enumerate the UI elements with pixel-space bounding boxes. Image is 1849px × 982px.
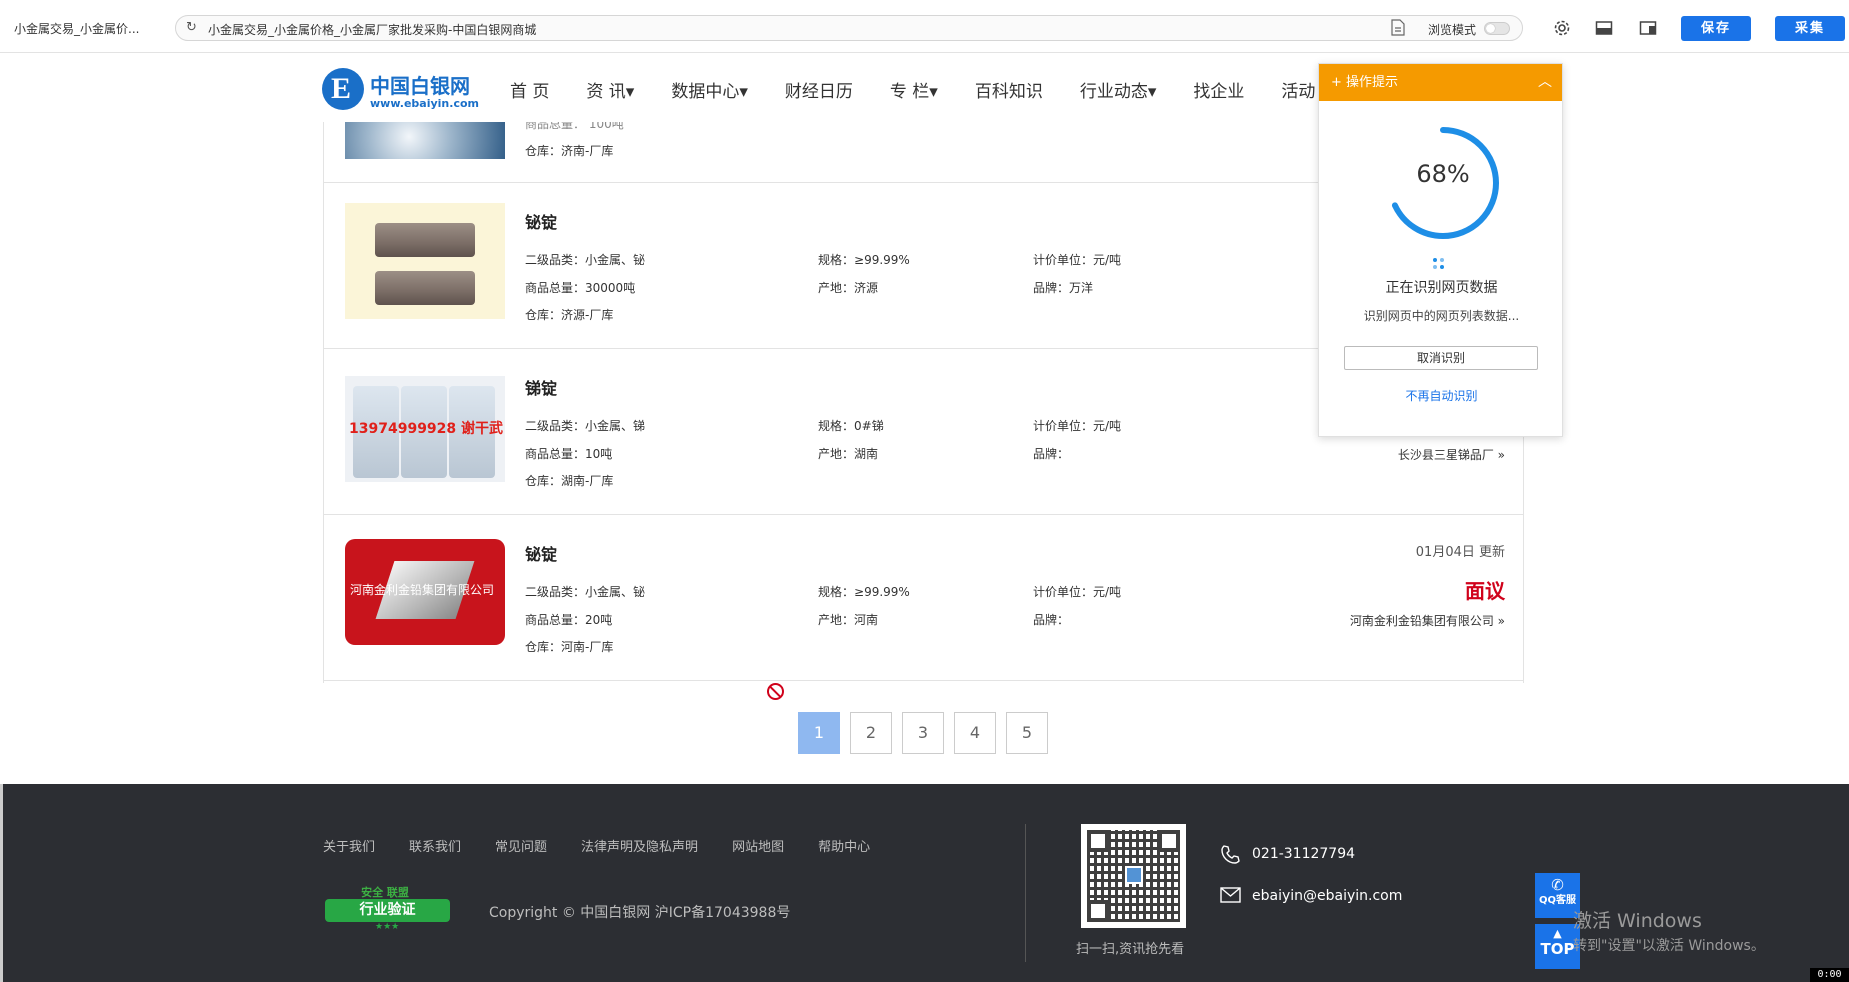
browser-toolbar: 小金属交易_小金属价... ↻ 小金属交易_小金属价格_小金属厂家批发采购-中国… xyxy=(0,0,1849,53)
attr-warehouse: 仓库：湖南-厂库 xyxy=(525,474,614,488)
reload-icon[interactable]: ↻ xyxy=(186,20,197,35)
footer-link-sitemap[interactable]: 网站地图 xyxy=(732,836,784,855)
company-link[interactable]: 长沙县三星锑品厂 » xyxy=(1398,446,1505,463)
loading-spinner-icon xyxy=(1433,258,1444,269)
product-name[interactable]: 铋锭 xyxy=(525,209,557,233)
main-nav: 首 页 资 讯▾ 数据中心▾ 财经日历 专 栏▾ 百科知识 行业动态▾ 找企业 … xyxy=(510,77,1352,102)
copyright-text: Copyright © 中国白银网 沪ICP备17043988号 xyxy=(489,905,791,921)
collect-button[interactable]: 采集 xyxy=(1775,16,1845,41)
attr-quantity: 商品总量：20吨 xyxy=(525,613,613,627)
nav-activity[interactable]: 活动 xyxy=(1281,77,1315,102)
nav-data-center[interactable]: 数据中心▾ xyxy=(671,77,748,102)
image-watermark: 河南金利金铅集团有限公司 xyxy=(350,583,495,597)
page-button[interactable]: 5 xyxy=(1006,712,1048,754)
phone-ring-icon: ✆ xyxy=(1551,876,1564,894)
list-item[interactable]: 河南金利金铅集团有限公司 铋锭 01月04日 更新 面议 二级品类：小金属、铋 … xyxy=(324,515,1523,681)
logo-icon xyxy=(322,68,364,110)
footer-link-about[interactable]: 关于我们 xyxy=(323,836,375,855)
attr-unit: 计价单位：元/吨 xyxy=(1033,419,1122,433)
layout-bottom-icon[interactable] xyxy=(1595,19,1613,37)
attr-origin: 产地：济源 xyxy=(818,281,879,295)
phone-icon xyxy=(1221,845,1240,864)
page-data-icon[interactable] xyxy=(1391,19,1405,36)
stars-icon: ★★★ xyxy=(375,922,400,932)
attr-unit: 计价单位：元/吨 xyxy=(1033,253,1122,267)
attr-warehouse: 仓库：河南-厂库 xyxy=(525,640,614,654)
attr-spec: 规格：≥99.99% xyxy=(818,253,910,267)
update-date: 01月04日 更新 xyxy=(1415,545,1505,560)
site-logo[interactable]: 中国白银网 www.ebaiyin.com xyxy=(322,68,479,112)
page-button[interactable]: 4 xyxy=(954,712,996,754)
attr-category: 二级品类：小金属、铋 xyxy=(525,253,646,267)
nav-wiki[interactable]: 百科知识 xyxy=(975,77,1043,102)
attr-quantity: 商品总量：10吨 xyxy=(525,447,613,461)
attr-spec: 规格：≥99.99% xyxy=(818,585,910,599)
gear-icon[interactable] xyxy=(1553,19,1571,37)
site-header: 中国白银网 www.ebaiyin.com 首 页 资 讯▾ 数据中心▾ 财经日… xyxy=(0,53,1849,122)
disable-auto-recognition-link[interactable]: 不再自动识别 xyxy=(1319,387,1564,404)
price: 面议 xyxy=(1465,579,1505,603)
not-allowed-cursor-icon xyxy=(767,683,784,700)
product-image[interactable]: 13974999928 谢干武 xyxy=(345,376,505,482)
product-name[interactable]: 锑锭 xyxy=(525,375,557,399)
nav-find-company[interactable]: 找企业 xyxy=(1193,77,1244,102)
footer-links: 关于我们 联系我们 常见问题 法律声明及隐私声明 网站地图 帮助中心 xyxy=(323,836,904,855)
image-watermark: 13974999928 谢干武 xyxy=(349,421,504,437)
layout-side-icon[interactable] xyxy=(1639,19,1657,37)
qr-caption: 扫一扫,资讯抢先看 xyxy=(1076,942,1185,957)
attr-warehouse: 仓库：济源-厂库 xyxy=(525,308,614,322)
product-image[interactable]: 河南金利金铅集团有限公司 xyxy=(345,539,505,645)
attr-category: 二级品类：小金属、锑 xyxy=(525,419,646,433)
page-button[interactable]: 2 xyxy=(850,712,892,754)
attr-quantity: 商品总量：30000吨 xyxy=(525,281,636,295)
page-button[interactable]: 3 xyxy=(902,712,944,754)
browse-mode-toggle[interactable] xyxy=(1484,22,1510,35)
footer-divider xyxy=(1025,824,1026,962)
product-name[interactable]: 铋锭 xyxy=(525,541,557,565)
pagination: 1 2 3 4 5 xyxy=(798,712,1058,754)
browse-mode-label: 浏览模式 xyxy=(1428,23,1477,37)
chevron-right-icon: » xyxy=(1497,614,1505,628)
nav-industry[interactable]: 行业动态▾ xyxy=(1080,77,1157,102)
address-text[interactable]: 小金属交易_小金属价格_小金属厂家批发采购-中国白银网商城 xyxy=(208,21,536,38)
nav-news[interactable]: 资 讯▾ xyxy=(586,77,634,102)
attr-unit: 计价单位：元/吨 xyxy=(1033,585,1122,599)
nav-home[interactable]: 首 页 xyxy=(510,77,549,102)
footer-link-help[interactable]: 帮助中心 xyxy=(818,836,870,855)
nav-column[interactable]: 专 栏▾ xyxy=(890,77,938,102)
company-link[interactable]: 河南金利金铅集团有限公司 » xyxy=(1350,612,1505,629)
attr-spec: 规格：0#锑 xyxy=(818,419,884,433)
footer-link-contact[interactable]: 联系我们 xyxy=(409,836,461,855)
progress-ring: 68% xyxy=(1384,124,1502,242)
address-bar[interactable]: ↻ 小金属交易_小金属价格_小金属厂家批发采购-中国白银网商城 浏览模式 xyxy=(175,15,1523,41)
attr-origin: 产地：河南 xyxy=(818,613,879,627)
recognition-status: 正在识别网页数据 xyxy=(1385,280,1498,296)
attr-brand: 品牌： xyxy=(1033,447,1070,461)
footer-link-faq[interactable]: 常见问题 xyxy=(495,836,547,855)
progress-percent: 68% xyxy=(1416,160,1470,188)
cancel-recognition-button[interactable]: 取消识别 xyxy=(1344,346,1538,370)
save-button[interactable]: 保存 xyxy=(1681,16,1751,41)
footer-link-legal[interactable]: 法律声明及隐私声明 xyxy=(581,836,698,855)
page-button[interactable]: 1 xyxy=(798,712,840,754)
plus-icon: + xyxy=(1331,75,1347,90)
qr-code xyxy=(1081,824,1186,928)
attr-warehouse: 仓库：济南-厂库 xyxy=(525,144,614,158)
attr-brand: 品牌：万洋 xyxy=(1033,281,1094,295)
recognition-subtext: 识别网页中的网页列表数据... xyxy=(1363,309,1520,323)
attr-origin: 产地：湖南 xyxy=(818,447,879,461)
windows-activation-watermark: 激活 Windows 转到"设置"以激活 Windows。 xyxy=(1573,910,1765,954)
collapse-icon[interactable]: ︿ xyxy=(1538,64,1552,101)
attr-brand: 品牌： xyxy=(1033,613,1070,627)
operation-tip-panel: + 操作提示 ︿ 68% 正在识别网页数据 识别网页中的网页列表数据... 取消… xyxy=(1318,63,1563,437)
product-image[interactable] xyxy=(345,203,505,319)
chevron-right-icon: » xyxy=(1497,448,1505,462)
industry-verified-badge[interactable]: 安全 联盟 行业验证 ★★★ xyxy=(325,884,450,932)
attr-category: 二级品类：小金属、铋 xyxy=(525,585,646,599)
panel-header[interactable]: + 操作提示 ︿ xyxy=(1319,64,1562,101)
tab-title[interactable]: 小金属交易_小金属价... xyxy=(14,20,139,37)
nav-calendar[interactable]: 财经日历 xyxy=(785,77,853,102)
mail-icon xyxy=(1220,887,1241,903)
clock: 0:00 xyxy=(1810,968,1849,982)
